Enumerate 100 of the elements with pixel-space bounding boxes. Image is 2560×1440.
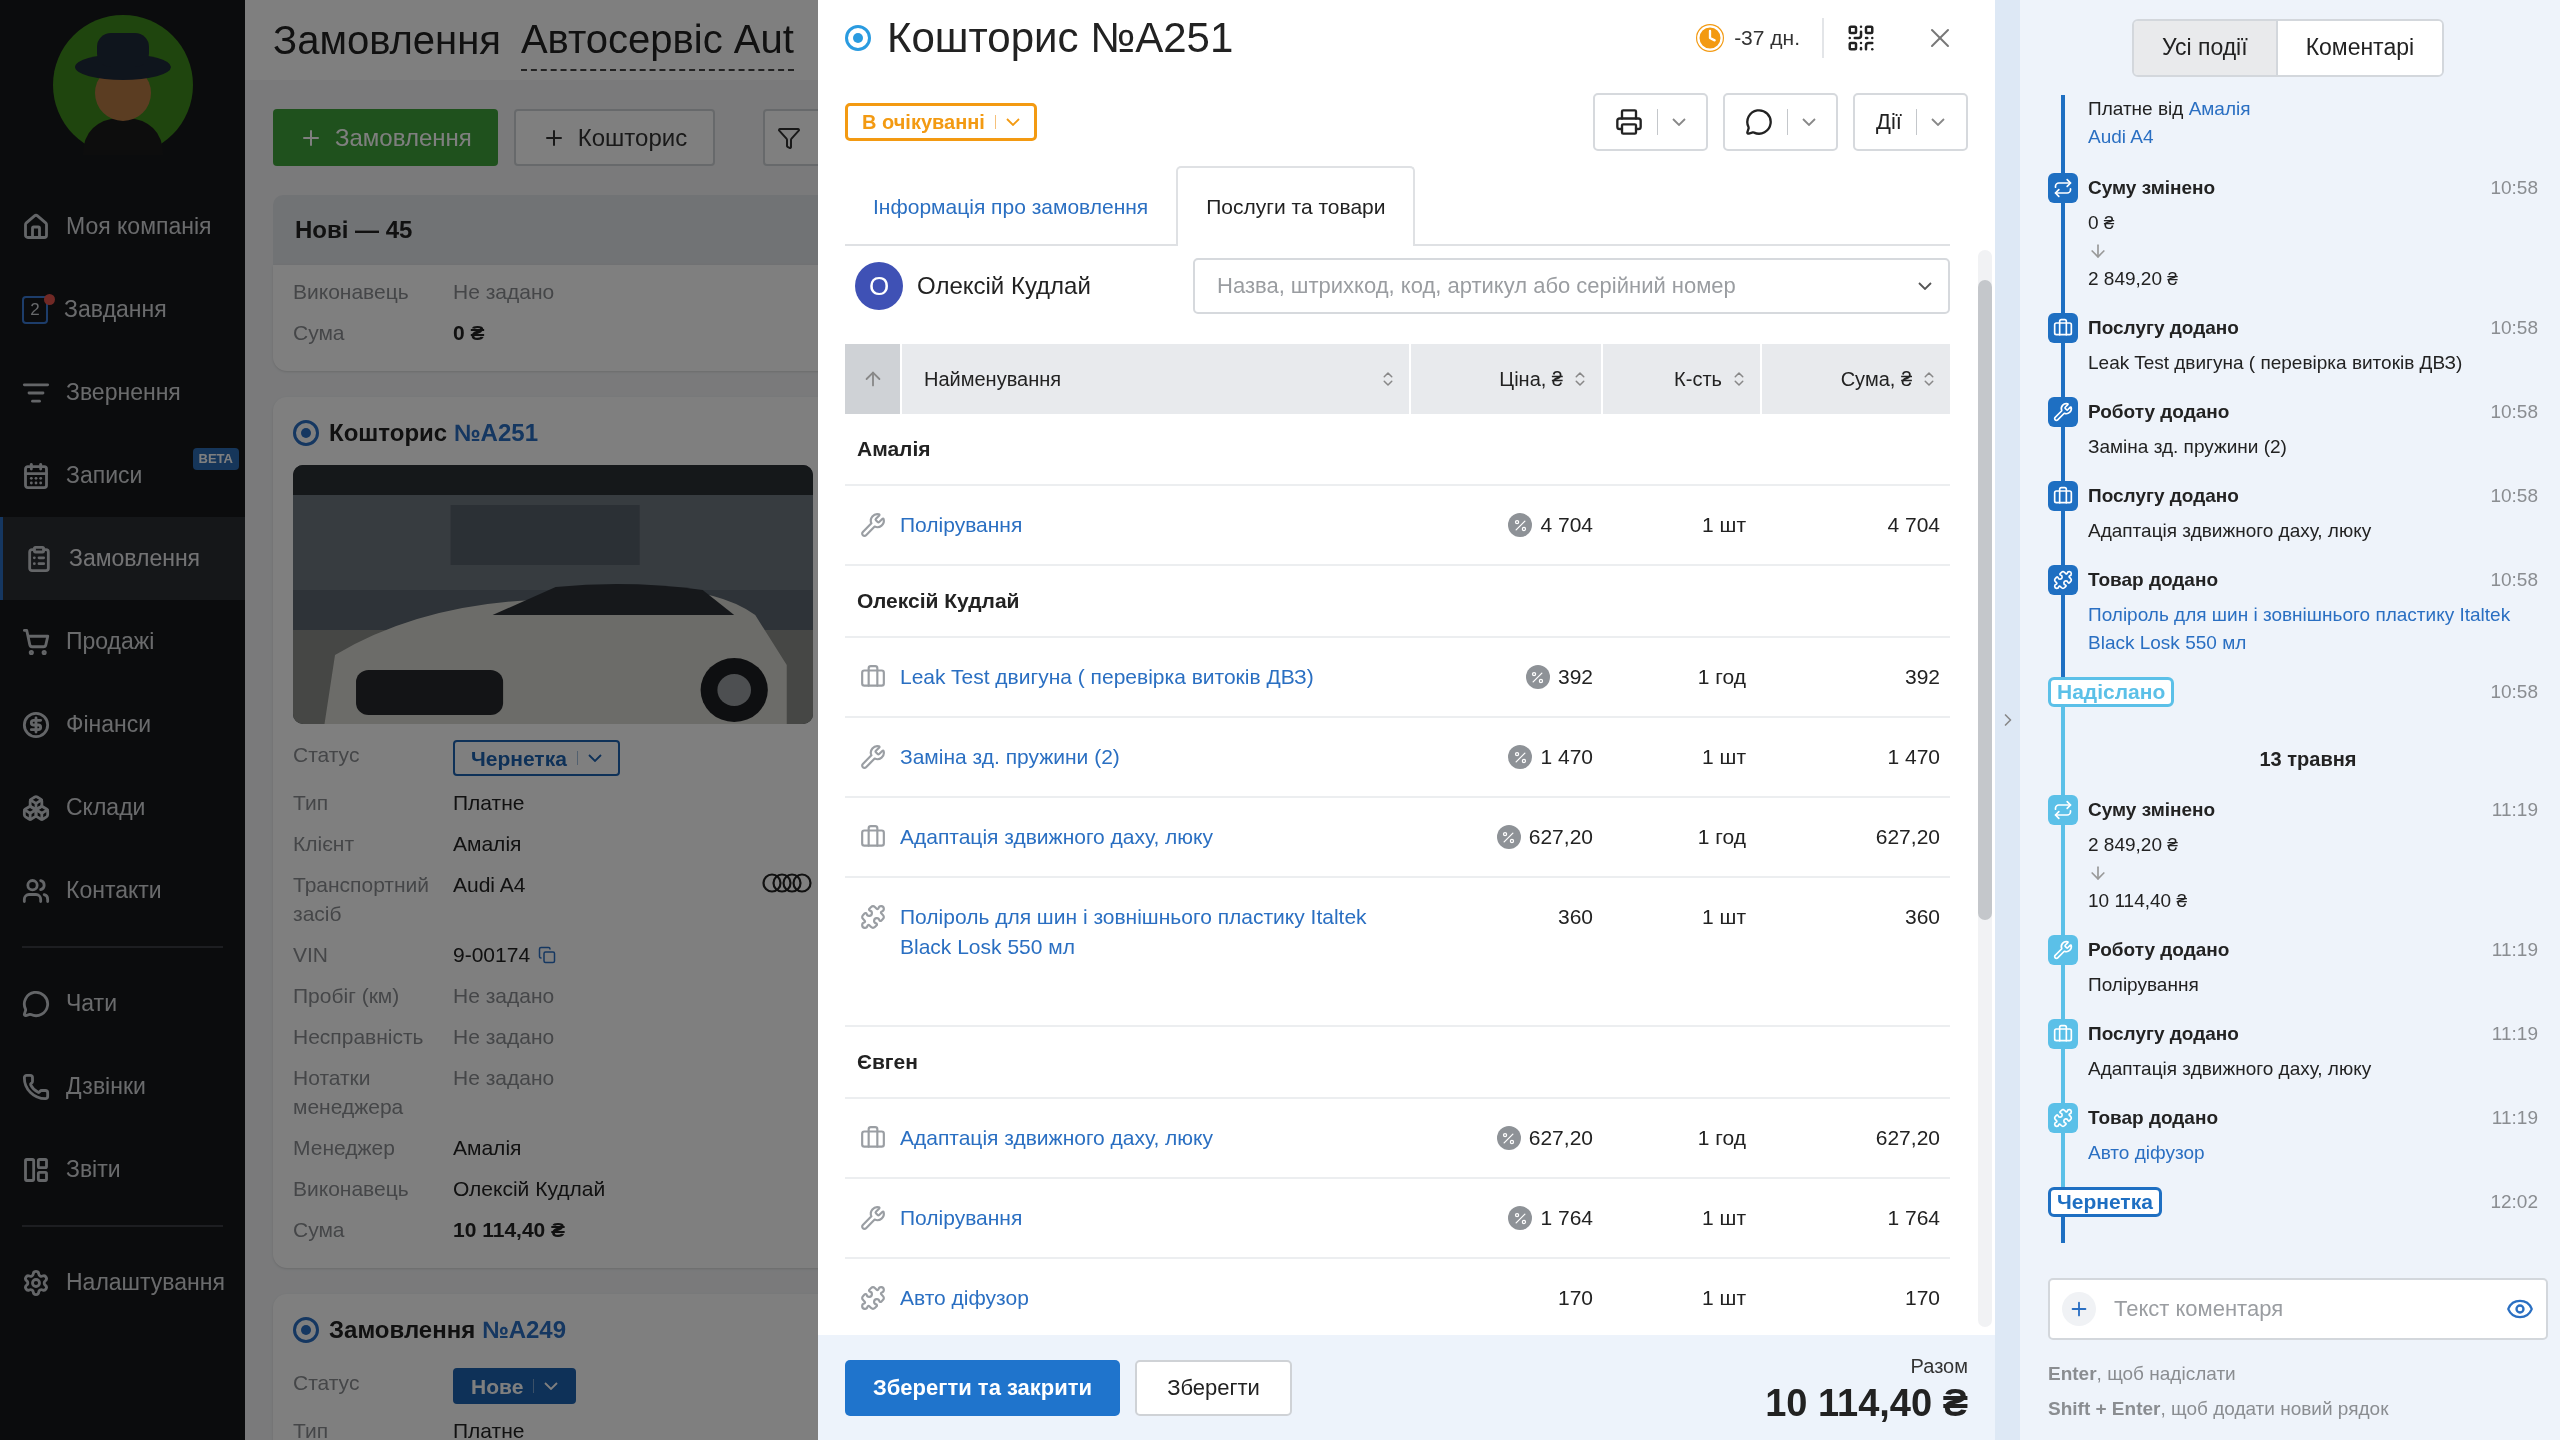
sidebar-item[interactable]: Моя компанія [0,185,245,268]
item-link[interactable]: Полірування [900,510,1415,540]
field-label: Клієнт [293,831,356,857]
card-title: Кошторис №A251 [329,418,538,448]
comment-field[interactable]: Текст коментаря [2048,1278,2548,1340]
sidebar-item[interactable]: Записи BETA [0,434,245,517]
beta-tag: BETA [192,448,239,470]
sum-cell-text: 627,20 [1874,824,1941,850]
item-link[interactable]: Поліроль для шин і зовнішнього пластику Italtek Black Losk 550 мл [900,902,1415,962]
event-detail: Полірування [2088,973,2200,997]
price-cell-text: 392 [1557,664,1593,690]
item-link[interactable]: Полірування [900,1203,1415,1233]
item-search-field[interactable]: Назва, штрихкод, код, артикул або серійний номер [1193,258,1950,314]
field-label: VIN [293,942,329,968]
item-link[interactable]: Авто діфузор [900,1283,1415,1313]
new-order-button[interactable]: Замовлення [273,109,498,166]
tab[interactable]: Послуги та товари [1176,166,1416,246]
quantity-cell-text: 1 год [1696,824,1747,850]
sidebar-item[interactable]: Склади [0,766,245,849]
event-title: Товар додано [2088,1106,2219,1130]
sidebar-label: Звіти [66,1155,121,1185]
field-label: Статус [293,1370,361,1396]
field-value: Не задано [453,1024,555,1050]
status-badge: Надіслано [2048,677,2175,707]
event-title: Товар додано [2088,568,2219,592]
actions-button[interactable]: Дії [1853,92,1968,151]
sidebar-label: Завдання [64,295,167,325]
group-title: Євген [857,1049,918,1076]
column-title: Нові — 45 [295,215,413,245]
field-label: Статус [293,742,361,768]
price-cell-text: 1 470 [1540,744,1593,770]
event-detail: Адаптація здвижного даху, люку [2088,1057,2373,1081]
events-tab[interactable]: Коментарі [2275,20,2443,75]
sidebar-label: Фінанси [66,710,152,740]
save-button[interactable]: Зберегти [1135,1359,1292,1416]
column-header[interactable]: Ціна, ₴ [1411,344,1601,414]
sidebar-label: Записи [66,461,143,491]
sidebar-item[interactable]: Звернення [0,351,245,434]
column-header[interactable]: Найменування [902,344,1409,414]
event-time: 10:58 [2490,568,2538,592]
quantity-cell-text: 1 шт [1701,744,1747,770]
event-detail: Leak Test двигуна ( перевірка витоків ДВЗ) [2088,351,2464,375]
sidebar-item[interactable]: Чати [0,962,245,1045]
event-time: 11:19 [2491,1106,2538,1130]
amount-from: 2 849,20 ₴ [2088,833,2179,857]
sidebar-label: Контакти [66,876,162,906]
field-value: Не задано [453,279,555,305]
event-title: Суму змінено [2088,176,2216,200]
sidebar-item[interactable]: Замовлення [0,517,245,600]
column-header[interactable]: К-сть [1603,344,1760,414]
sum-cell-text: 4 704 [1886,512,1941,538]
assignee-avatar: О [855,262,903,310]
sidebar-item[interactable]: Продажі [0,600,245,683]
sum-cell-text: 627,20 [1874,1125,1941,1151]
client-link[interactable]: Амалія [2188,98,2251,119]
status-dropdown[interactable]: Нове [453,1368,577,1404]
product-link[interactable]: Авто діфузор [2088,1139,2538,1167]
quantity-cell-text: 1 год [1696,664,1747,690]
sidebar-item[interactable]: 2 Завдання [0,268,245,351]
event-text: Платне від Амалія [2088,97,2251,121]
sidebar-item[interactable]: Звіти [0,1128,245,1211]
status-dropdown[interactable]: Чернетка [453,740,620,776]
quantity-cell-text: 1 шт [1701,1285,1747,1311]
events-tab[interactable]: Усі події [2133,20,2276,75]
new-estimate-button[interactable]: Кошторис [513,109,716,166]
tab[interactable]: Інформація про замовлення [845,168,1177,246]
sidebar-item[interactable]: Налаштування [0,1241,245,1324]
save-and-close-button[interactable]: Зберегти та закрити [845,1359,1121,1416]
workspace-name[interactable]: Автосервіс Aut [520,9,794,71]
order-link[interactable]: №A251 [453,419,538,446]
total-amount: 10 114,40 ₴ [1765,1380,1968,1425]
amount-to: 10 114,40 ₴ [2088,889,2188,913]
amount-to: 2 849,20 ₴ [2088,267,2179,291]
sidebar-label: Налаштування [66,1268,225,1298]
event-title: Суму змінено [2088,798,2216,822]
price-cell-text: 170 [1557,1285,1593,1311]
assignee-name: Олексій Кудлай [917,271,1092,301]
dialog-title: Кошторис №A251 [887,13,1235,63]
sidebar-label: Дзвінки [66,1072,146,1102]
order-link[interactable]: №A249 [481,1316,566,1343]
field-value: Не задано [453,1065,555,1091]
price-cell-text: 627,20 [1528,1125,1593,1151]
field-label: Виконавець [293,279,410,305]
event-detail: Заміна зд. пружини (2) [2088,435,2288,459]
field-value: Платне [453,790,525,816]
sidebar-item[interactable]: Контакти [0,849,245,932]
field-value: Олексій Кудлай [453,1176,606,1202]
product-link[interactable]: Поліроль для шин і зовнішнього пластику Italtek Black Losk 550 мл [2088,601,2538,657]
sum-cell-text: 1 470 [1886,744,1941,770]
sidebar-item[interactable]: Дзвінки [0,1045,245,1128]
item-link[interactable]: Заміна зд. пружини (2) [900,742,1415,772]
sidebar-item[interactable]: Фінанси [0,683,245,766]
item-link[interactable]: Адаптація здвижного даху, люку [900,1123,1415,1153]
column-header[interactable]: Сума, ₴ [1762,344,1950,414]
item-link[interactable]: Адаптація здвижного даху, люку [900,822,1415,852]
field-label: Пробіг (км) [293,983,401,1009]
vehicle-link[interactable]: Audi A4 [2088,123,2251,151]
price-cell-text: 1 764 [1540,1205,1593,1231]
field-label: Тип [293,1418,329,1440]
item-link[interactable]: Leak Test двигуна ( перевірка витоків ДВЗ) [900,662,1415,692]
